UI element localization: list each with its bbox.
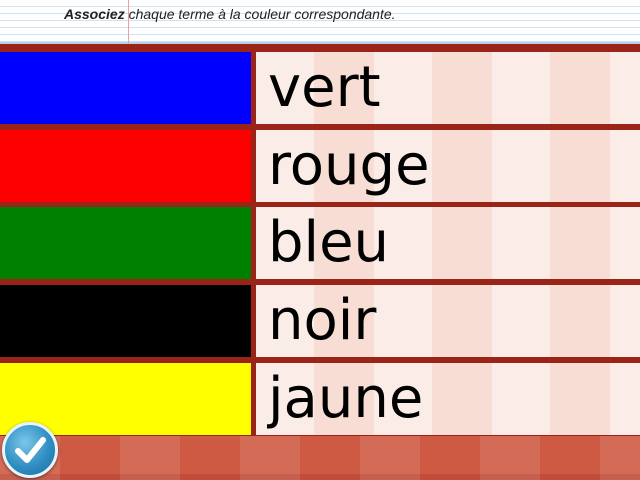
word-label: bleu [268, 210, 390, 275]
instruction-rest: chaque terme à la couleur correspondante… [124, 6, 396, 22]
word-card-noir[interactable]: noir [256, 285, 640, 357]
word-label: noir [268, 288, 377, 353]
word-label: jaune [268, 366, 424, 431]
instruction-bar: Associez chaque terme à la couleur corre… [0, 0, 640, 44]
color-swatch-black[interactable] [0, 285, 251, 357]
color-swatch-red[interactable] [0, 130, 251, 202]
color-swatch-blue[interactable] [0, 52, 251, 124]
instruction-emphasis: Associez [64, 6, 125, 22]
matching-board: vert rouge bleu noir jaune [0, 44, 640, 436]
word-card-jaune[interactable]: jaune [256, 363, 640, 435]
instruction-text: Associez chaque terme à la couleur corre… [64, 6, 396, 22]
word-label: rouge [268, 133, 430, 198]
word-card-vert[interactable]: vert [256, 52, 640, 124]
check-answer-button[interactable] [2, 422, 58, 478]
checkmark-icon [15, 437, 46, 463]
color-swatch-green[interactable] [0, 207, 251, 279]
word-label: vert [268, 55, 381, 120]
word-card-rouge[interactable]: rouge [256, 130, 640, 202]
word-card-bleu[interactable]: bleu [256, 207, 640, 279]
